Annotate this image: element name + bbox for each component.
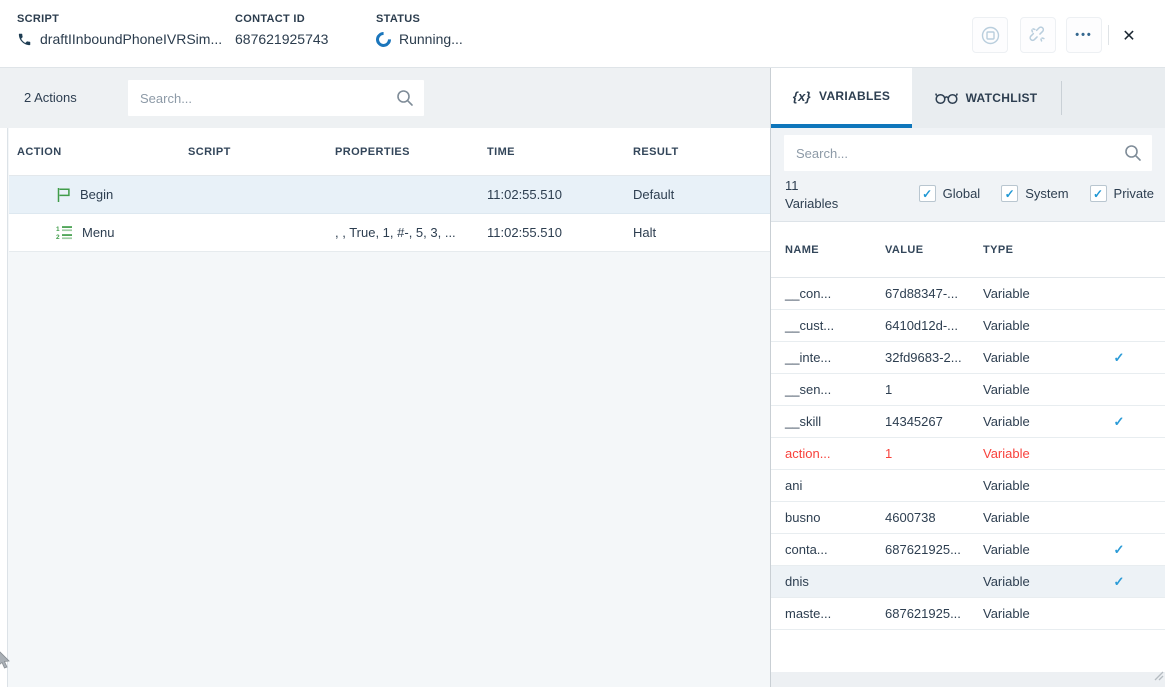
col-properties: PROPERTIES	[335, 146, 487, 158]
mouse-cursor	[0, 650, 11, 674]
status-field: STATUS Running...	[376, 13, 463, 47]
variable-row[interactable]: conta... 687621925... Variable ✓	[771, 534, 1165, 566]
col-time: TIME	[487, 146, 633, 158]
action-time: 11:02:55.510	[487, 225, 633, 240]
watch-check-icon: ✓	[1073, 414, 1165, 430]
tab-bar: {x} VARIABLES WATCHLIST	[771, 68, 1165, 128]
script-field: SCRIPT draftIInboundPhoneIVRSim...	[17, 13, 222, 47]
variable-row[interactable]: __con... 67d88347-... Variable	[771, 278, 1165, 310]
filter-global[interactable]: ✓ Global	[919, 185, 981, 202]
action-result: Default	[633, 187, 770, 202]
broken-link-icon	[1029, 26, 1048, 45]
search-icon[interactable]	[1124, 144, 1142, 162]
variables-filter-block: 11 Variables ✓ Global ✓ System ✓ Private	[771, 128, 1165, 222]
col-action: ACTION	[9, 146, 188, 158]
stop-button[interactable]	[972, 17, 1008, 53]
variables-rows: __con... 67d88347-... Variable __cust...…	[771, 278, 1165, 630]
variables-count: 11 Variables	[785, 177, 849, 213]
variable-row-error[interactable]: action... 1 Variable	[771, 438, 1165, 470]
watch-check-icon: ✓	[1073, 350, 1165, 366]
flag-icon	[56, 187, 71, 203]
contact-id-value: 687621925743	[235, 31, 328, 47]
action-result: Halt	[633, 225, 770, 240]
close-button[interactable]: ✕	[1114, 21, 1144, 51]
action-row-begin[interactable]: Begin 11:02:55.510 Default	[9, 176, 770, 214]
glasses-icon	[935, 91, 958, 105]
variables-panel: {x} VARIABLES WATCHLIST 11 Variables	[770, 68, 1165, 687]
col-result: RESULT	[633, 146, 770, 158]
actions-search-input[interactable]	[128, 91, 396, 106]
action-row-menu[interactable]: 1 2 Menu , , True, 1, #-, 5, 3, ... 11:0…	[9, 214, 770, 252]
panel-footer	[771, 672, 1165, 687]
numbered-list-icon: 1 2	[56, 225, 73, 240]
col-script: SCRIPT	[188, 146, 335, 158]
variables-search-box	[784, 135, 1152, 171]
checkbox-system[interactable]: ✓	[1001, 185, 1018, 202]
variable-row[interactable]: ani Variable	[771, 470, 1165, 502]
tab-divider	[1061, 81, 1062, 115]
more-options-button[interactable]: •••	[1066, 17, 1102, 53]
checkbox-global[interactable]: ✓	[919, 185, 936, 202]
variable-row[interactable]: busno 4600738 Variable	[771, 502, 1165, 534]
svg-text:1: 1	[56, 226, 60, 233]
actions-table-area: ACTION SCRIPT PROPERTIES TIME RESULT Beg…	[0, 128, 770, 687]
tab-watchlist[interactable]: WATCHLIST	[912, 68, 1060, 128]
stop-icon	[981, 26, 1000, 45]
col-name: NAME	[771, 244, 885, 256]
filter-system[interactable]: ✓ System	[1001, 185, 1068, 202]
svg-text:2: 2	[56, 234, 60, 240]
status-label: STATUS	[376, 13, 463, 25]
variables-table-header: NAME VALUE TYPE	[771, 222, 1165, 278]
variables-search-input[interactable]	[784, 146, 1124, 161]
variable-row[interactable]: __cust... 6410d12d-... Variable	[771, 310, 1165, 342]
resize-grip-icon[interactable]	[1152, 668, 1164, 686]
actions-search-box	[128, 80, 424, 116]
ellipsis-icon: •••	[1075, 29, 1093, 41]
script-label: SCRIPT	[17, 13, 222, 25]
variable-row-selected[interactable]: dnis Variable ✓	[771, 566, 1165, 598]
action-name: Menu	[82, 225, 115, 240]
variables-x-icon: {x}	[793, 89, 811, 104]
phone-icon	[17, 32, 32, 47]
contact-id-field: CONTACT ID 687621925743	[235, 13, 328, 47]
action-time: 11:02:55.510	[487, 187, 633, 202]
action-properties: , , True, 1, #-, 5, 3, ...	[335, 225, 487, 240]
action-name: Begin	[80, 187, 113, 202]
actions-table-header: ACTION SCRIPT PROPERTIES TIME RESULT	[9, 128, 770, 176]
contact-id-label: CONTACT ID	[235, 13, 328, 25]
actions-count: 2 Actions	[24, 90, 77, 105]
status-value: Running...	[399, 31, 463, 47]
checkbox-private[interactable]: ✓	[1090, 185, 1107, 202]
watch-check-icon: ✓	[1073, 574, 1165, 590]
tab-variables[interactable]: {x} VARIABLES	[771, 68, 912, 128]
filter-private[interactable]: ✓ Private	[1090, 185, 1154, 202]
col-value: VALUE	[885, 244, 983, 256]
variable-row[interactable]: __sen... 1 Variable	[771, 374, 1165, 406]
running-spinner-icon	[373, 28, 394, 49]
actions-panel: 2 Actions ACTION SCRIPT PROPERTIES TIME …	[0, 68, 770, 687]
actions-toolbar: 2 Actions	[0, 68, 770, 128]
search-icon[interactable]	[396, 89, 414, 107]
titlebar-divider	[1108, 25, 1109, 45]
script-name: draftIInboundPhoneIVRSim...	[40, 31, 222, 47]
left-gutter	[0, 128, 8, 687]
col-type: TYPE	[983, 244, 1073, 256]
watch-check-icon: ✓	[1073, 542, 1165, 558]
variable-row[interactable]: __skill 14345267 Variable ✓	[771, 406, 1165, 438]
variable-row[interactable]: maste... 687621925... Variable	[771, 598, 1165, 630]
detach-button[interactable]	[1020, 17, 1056, 53]
titlebar: SCRIPT draftIInboundPhoneIVRSim... CONTA…	[0, 0, 1165, 68]
variable-row[interactable]: __inte... 32fd9683-2... Variable ✓	[771, 342, 1165, 374]
